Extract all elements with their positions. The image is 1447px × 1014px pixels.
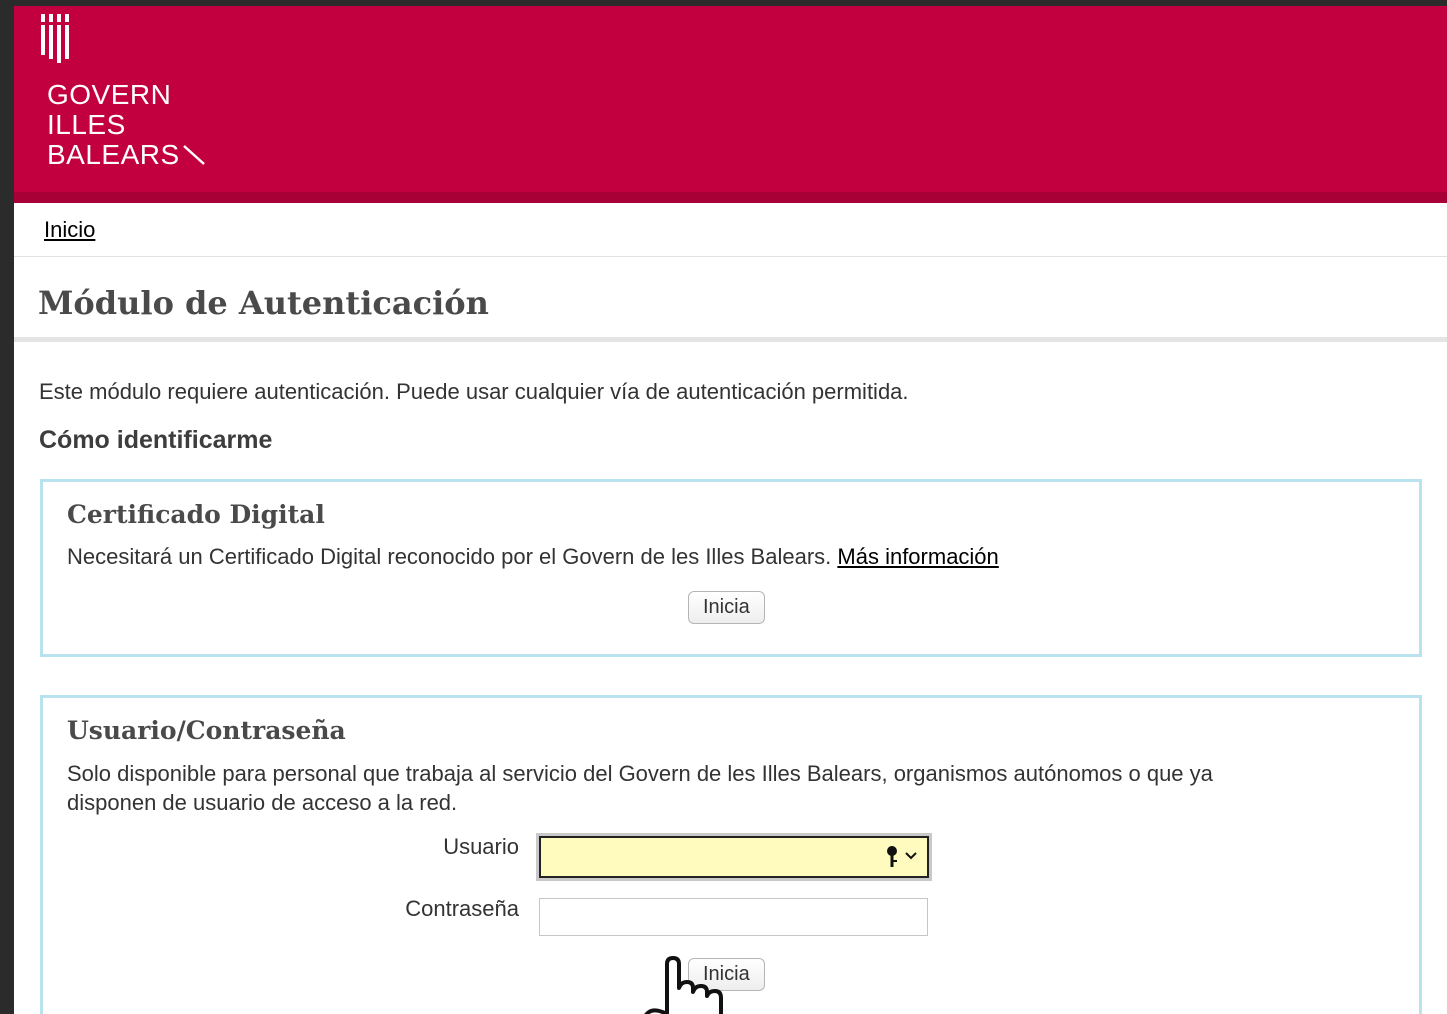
title-bar: Módulo de Autenticación <box>14 257 1447 342</box>
logo-line-3: BALEARS <box>47 140 206 170</box>
header-band <box>14 192 1447 203</box>
logo-mark-icon <box>41 14 69 63</box>
password-label: Contraseña <box>405 896 519 921</box>
breadcrumb-home-link[interactable]: Inicio <box>44 217 95 243</box>
certificate-title: Certificado Digital <box>67 500 325 529</box>
more-info-link[interactable]: Más información <box>837 544 998 569</box>
logo-slash-icon <box>182 145 205 165</box>
password-input[interactable] <box>539 898 928 936</box>
breadcrumb: Inicio <box>14 203 1447 257</box>
certificate-description-line: Necesitará un Certificado Digital recono… <box>67 542 999 571</box>
site-header: GOVERN ILLES BALEARS <box>14 6 1447 192</box>
user-label: Usuario <box>443 834 519 859</box>
user-password-title: Usuario/Contraseña <box>67 716 346 745</box>
key-icon[interactable] <box>881 845 903 869</box>
user-password-description-line-2: disponen de usuario de acceso a la red. <box>67 790 458 815</box>
how-to-identify-heading: Cómo identificarme <box>39 426 273 454</box>
user-password-description-line-1: Solo disponible para personal que trabaj… <box>67 761 1213 786</box>
logo-wordmark: GOVERN ILLES BALEARS <box>47 80 206 170</box>
logo-line-2: ILLES <box>47 109 126 140</box>
user-input[interactable] <box>539 836 929 878</box>
certificate-panel: Certificado Digital Necesitará un Certif… <box>40 479 1422 657</box>
intro-text: Este módulo requiere autenticación. Pued… <box>39 379 909 404</box>
certificate-description: Necesitará un Certificado Digital recono… <box>67 544 832 569</box>
chevron-down-icon[interactable] <box>903 848 919 864</box>
page: GOVERN ILLES BALEARS Inicio Módulo de Au… <box>14 6 1447 1014</box>
logo-line-3-text: BALEARS <box>47 139 180 170</box>
logo-line-1: GOVERN <box>47 79 172 110</box>
certificate-start-button[interactable]: Inicia <box>688 591 765 624</box>
page-title: Módulo de Autenticación <box>38 284 489 322</box>
hand-cursor-icon <box>644 956 723 1014</box>
